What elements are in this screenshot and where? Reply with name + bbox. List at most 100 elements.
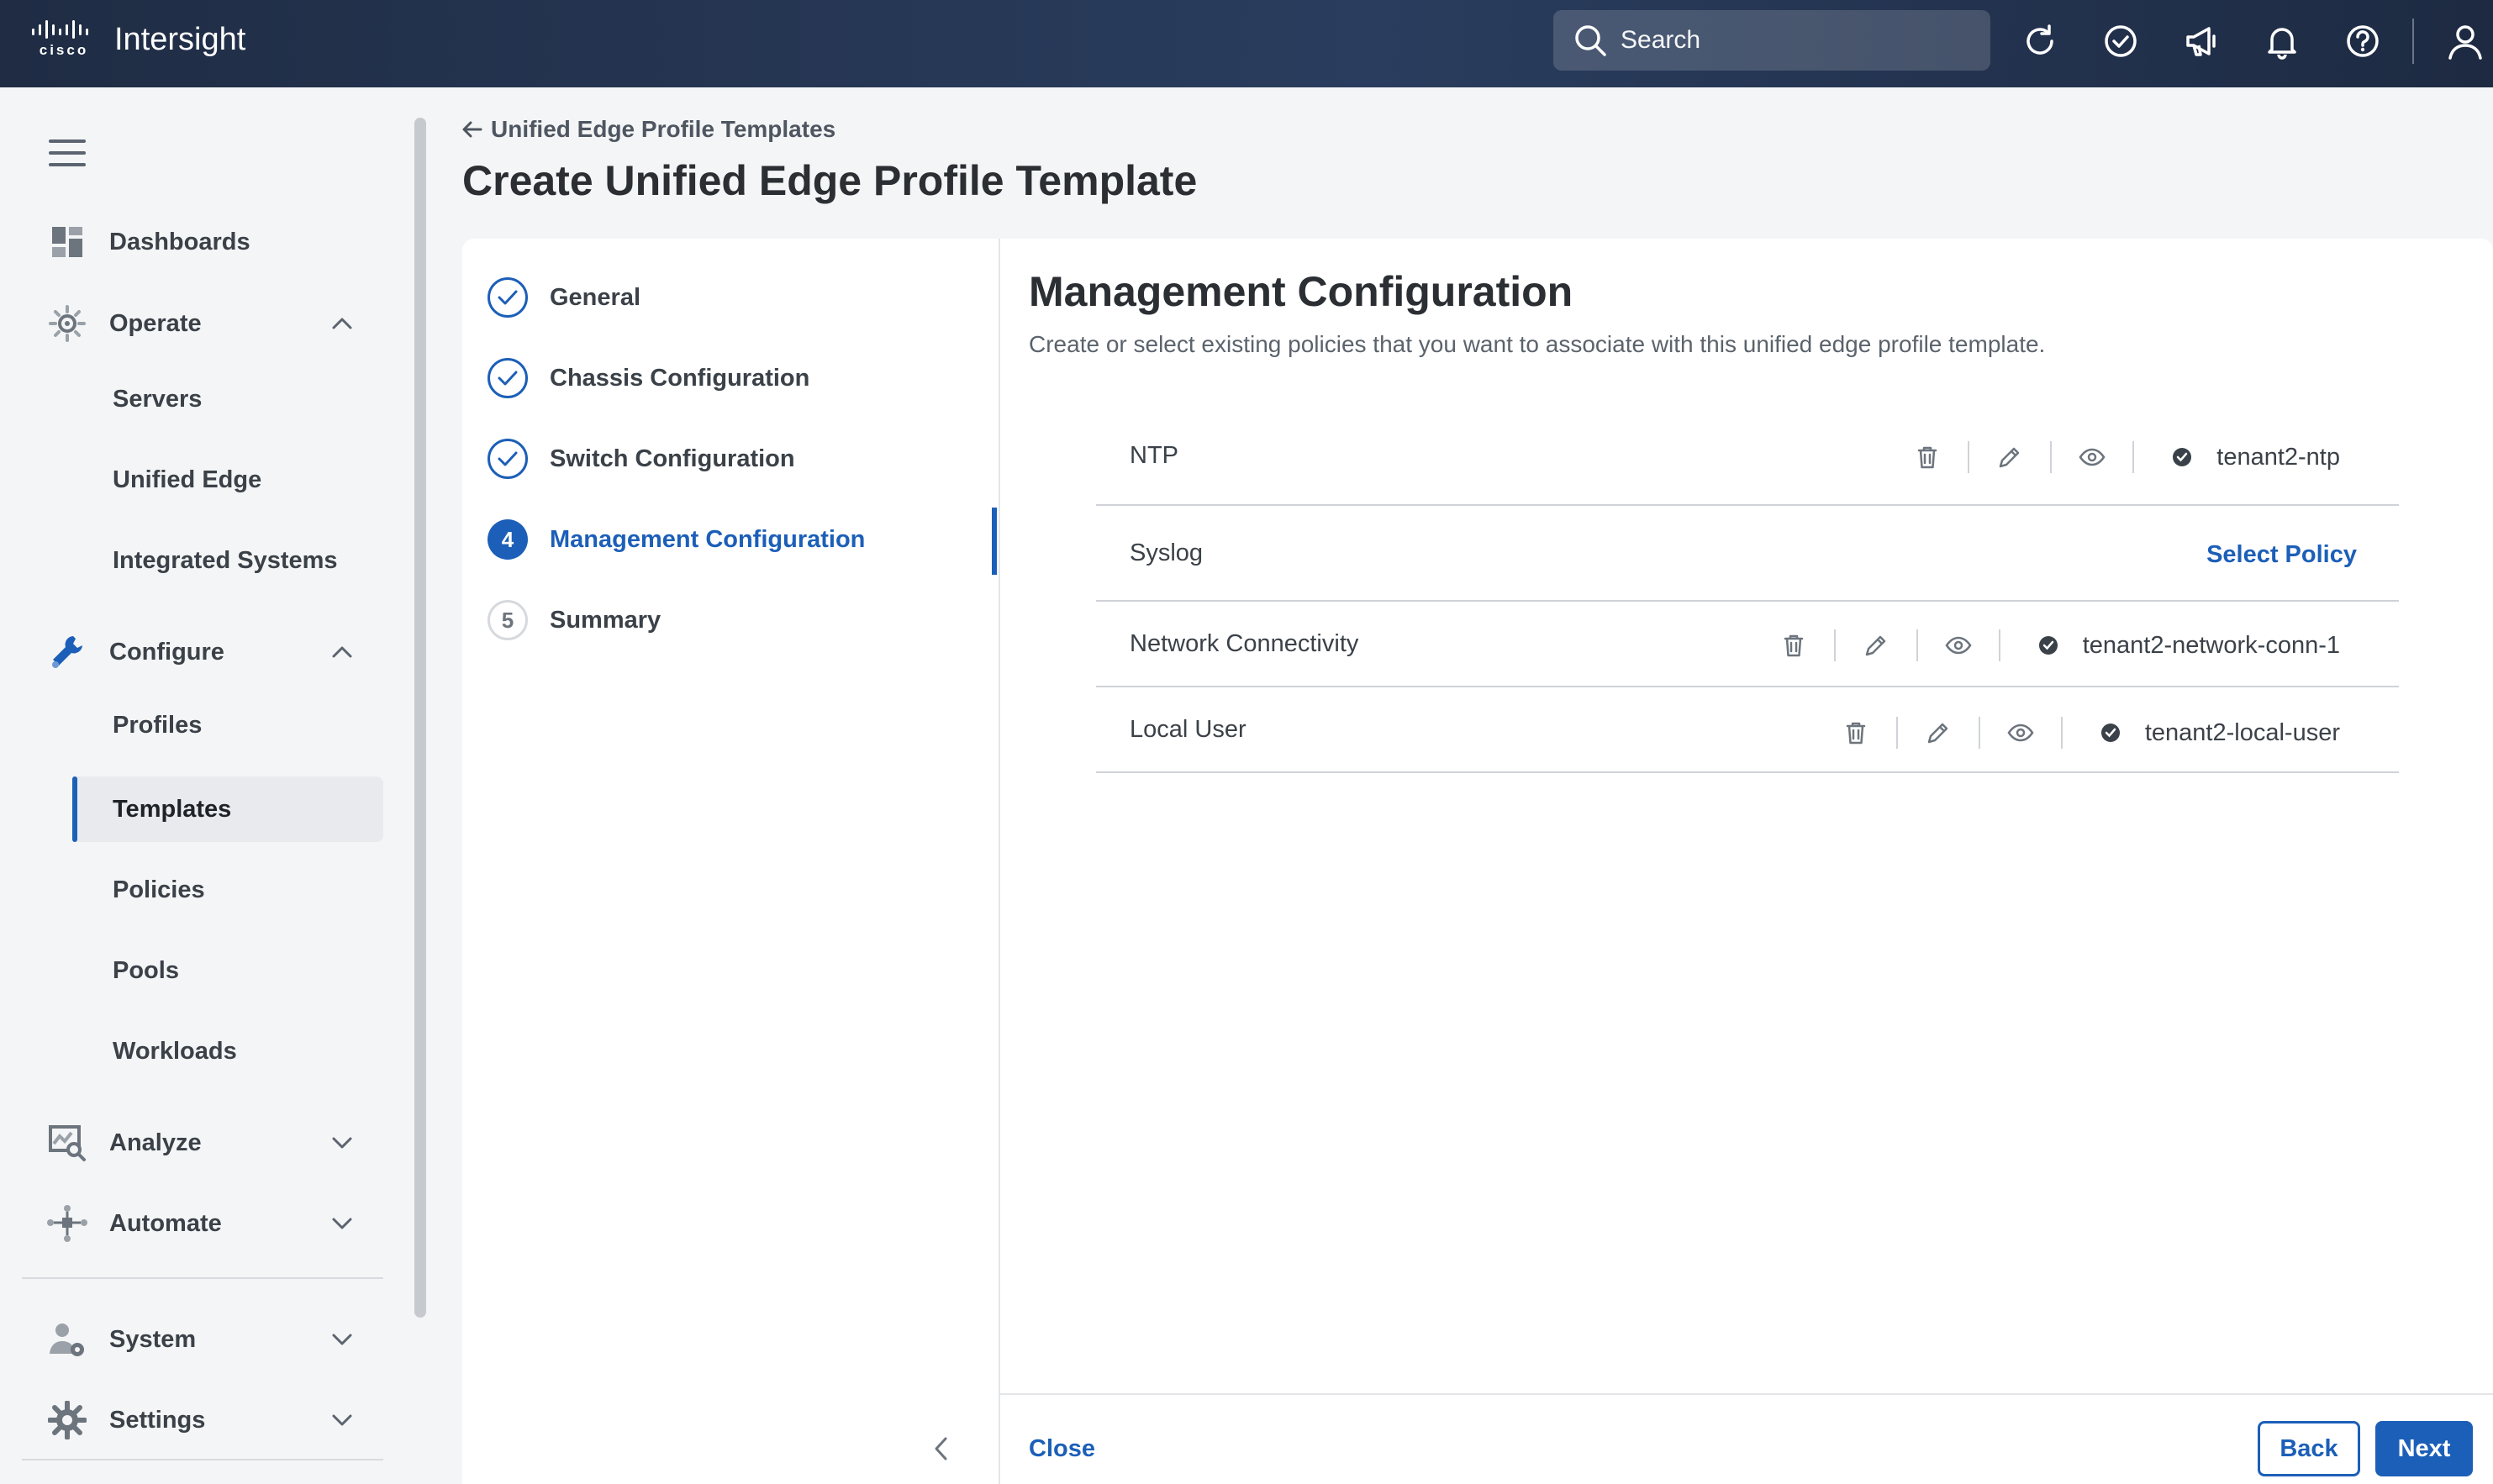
chevron-up-icon[interactable] <box>331 313 353 334</box>
sidebar-item-profiles[interactable]: Profiles <box>72 692 383 758</box>
sidebar-item-automate[interactable]: Automate <box>34 1195 387 1252</box>
breadcrumb[interactable]: Unified Edge Profile Templates <box>462 116 835 143</box>
search-icon <box>1575 25 1606 56</box>
pencil-icon <box>1927 723 1948 744</box>
step-summary[interactable]: 5 Summary <box>488 593 983 647</box>
help-button[interactable] <box>2342 20 2384 62</box>
help-icon <box>2347 25 2379 57</box>
policy-row-syslog: Syslog Select Policy <box>1096 506 2399 602</box>
menu-toggle-button[interactable] <box>49 139 86 173</box>
policy-name: NTP <box>1130 442 1178 469</box>
top-bar: cisco Intersight <box>0 0 2493 87</box>
sidebar: Dashboards Operate Servers Unified Edge … <box>0 87 403 1484</box>
collapse-steps-button[interactable] <box>928 1432 955 1466</box>
policy-row-local-user: Local User tenant2-local-user <box>1096 687 2399 773</box>
chevron-down-icon[interactable] <box>331 1133 353 1153</box>
delete-button[interactable] <box>1839 716 1873 750</box>
view-button[interactable] <box>2004 716 2037 750</box>
top-bar-divider <box>2412 18 2414 64</box>
refresh-button[interactable] <box>2019 20 2061 62</box>
sidebar-item-dashboards[interactable]: Dashboards <box>34 213 387 271</box>
sidebar-item-servers[interactable]: Servers <box>72 366 383 432</box>
pencil-icon <box>1865 635 1885 656</box>
sidebar-item-pools[interactable]: Pools <box>72 938 383 1003</box>
back-button[interactable]: Back <box>2258 1421 2360 1476</box>
cisco-logo: cisco <box>30 20 98 59</box>
delete-button[interactable] <box>1911 440 1944 474</box>
search-input[interactable] <box>1621 26 1974 55</box>
eye-icon <box>1945 636 1972 655</box>
trash-icon <box>1846 722 1866 745</box>
check-circle-icon <box>2105 25 2137 57</box>
pencil-icon <box>2000 447 2020 468</box>
main-panel: Management Configuration Create or selec… <box>999 239 2493 1484</box>
edit-button[interactable] <box>1921 716 1955 750</box>
selected-policy-name: tenant2-ntp <box>2216 443 2340 471</box>
chevron-up-icon[interactable] <box>331 642 353 662</box>
close-button[interactable]: Close <box>1029 1435 1095 1463</box>
chevron-down-icon[interactable] <box>331 1329 353 1350</box>
chevron-down-icon[interactable] <box>331 1410 353 1430</box>
chevron-left-icon <box>935 1437 947 1460</box>
sidebar-item-operate[interactable]: Operate <box>34 295 387 352</box>
view-button[interactable] <box>2075 440 2109 474</box>
global-search[interactable] <box>1553 10 1990 71</box>
step-switch-configuration[interactable]: Switch Configuration <box>488 432 983 486</box>
section-title: Management Configuration <box>1029 268 1573 315</box>
step-chassis-configuration[interactable]: Chassis Configuration <box>488 351 983 405</box>
app-name: Intersight <box>114 21 246 57</box>
check-filled-icon <box>2038 636 2058 655</box>
footer-divider <box>1000 1393 2493 1395</box>
selected-policy-name: tenant2-local-user <box>2144 718 2340 746</box>
app-logo[interactable]: cisco Intersight <box>30 20 245 59</box>
step-complete-icon <box>488 439 528 479</box>
automate-icon <box>44 1200 91 1247</box>
eye-icon <box>2079 448 2106 466</box>
next-button[interactable]: Next <box>2375 1421 2473 1476</box>
edit-button[interactable] <box>1993 440 2027 474</box>
step-general[interactable]: General <box>488 271 983 324</box>
sidebar-item-workloads[interactable]: Workloads <box>72 1018 383 1084</box>
notifications-button[interactable] <box>2261 20 2303 62</box>
active-step-indicator <box>992 508 997 575</box>
policy-row-network-connectivity: Network Connectivity tenant2-network-con… <box>1096 602 2399 687</box>
policy-name: Syslog <box>1130 539 1204 566</box>
step-number-badge: 5 <box>488 600 528 640</box>
sidebar-divider <box>22 1277 383 1279</box>
sidebar-item-policies[interactable]: Policies <box>72 857 383 923</box>
check-filled-icon <box>2100 724 2120 742</box>
chevron-down-icon[interactable] <box>331 1213 353 1234</box>
page-title: Create Unified Edge Profile Template <box>462 157 1198 204</box>
sidebar-item-templates[interactable]: Templates <box>72 776 383 842</box>
sidebar-divider <box>22 1459 383 1460</box>
bell-icon <box>2268 28 2296 60</box>
view-button[interactable] <box>1942 629 1975 662</box>
system-user-icon <box>44 1316 91 1363</box>
megaphone-icon <box>2186 27 2216 56</box>
sidebar-item-analyze[interactable]: Analyze <box>34 1114 387 1171</box>
sidebar-scrollbar[interactable] <box>414 118 426 1318</box>
gear-icon <box>44 1397 91 1444</box>
delete-button[interactable] <box>1777 629 1810 662</box>
sidebar-item-unified-edge[interactable]: Unified Edge <box>72 447 383 513</box>
edit-button[interactable] <box>1859 629 1893 662</box>
step-management-configuration[interactable]: 4 Management Configuration <box>488 513 983 566</box>
trash-icon <box>1784 634 1803 657</box>
sidebar-item-settings[interactable]: Settings <box>34 1392 387 1449</box>
wrench-icon <box>44 629 91 676</box>
step-complete-icon <box>488 358 528 398</box>
wizard-steps: General Chassis Configuration Switch Con… <box>462 239 999 1484</box>
requests-button[interactable] <box>2100 20 2142 62</box>
sidebar-item-integrated-systems[interactable]: Integrated Systems <box>72 528 383 593</box>
announcements-button[interactable] <box>2180 20 2222 62</box>
user-icon <box>2448 25 2482 60</box>
user-menu-button[interactable] <box>2444 20 2486 62</box>
sidebar-item-configure[interactable]: Configure <box>34 624 387 681</box>
policy-row-ntp: NTP tenant2-ntp <box>1096 412 2399 506</box>
hamburger-icon <box>49 139 86 143</box>
select-policy-link[interactable]: Select Policy <box>2206 541 2357 569</box>
breadcrumb-link[interactable]: Unified Edge Profile Templates <box>491 116 835 143</box>
trash-icon <box>1918 446 1937 469</box>
cisco-bars-icon <box>32 20 88 39</box>
sidebar-item-system[interactable]: System <box>34 1311 387 1368</box>
